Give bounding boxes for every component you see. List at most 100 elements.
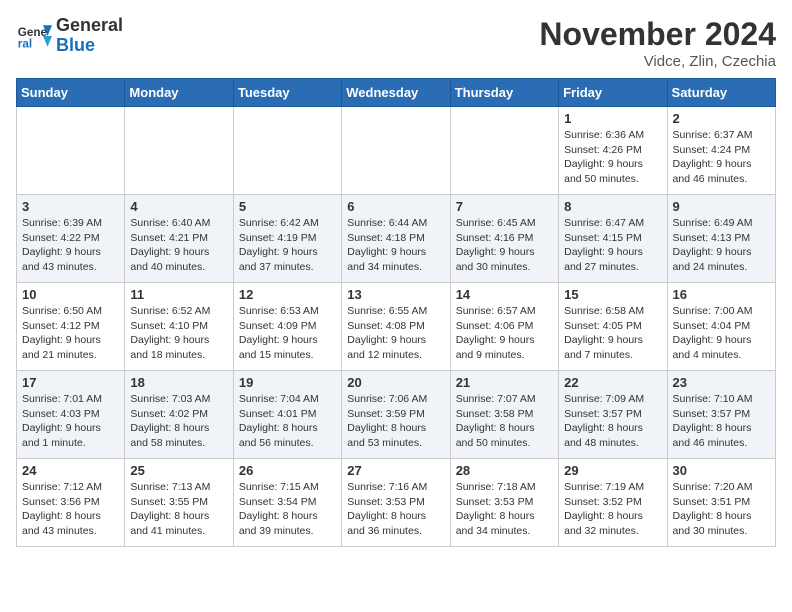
day-number: 16	[673, 287, 770, 302]
day-detail: Sunrise: 7:01 AM Sunset: 4:03 PM Dayligh…	[22, 392, 119, 451]
day-cell: 12 Sunrise: 6:53 AM Sunset: 4:09 PM Dayli…	[233, 283, 341, 371]
day-number: 20	[347, 375, 444, 390]
col-header-sunday: Sunday	[17, 79, 125, 107]
day-cell: 24 Sunrise: 7:12 AM Sunset: 3:56 PM Dayli…	[17, 459, 125, 547]
day-detail: Sunrise: 6:52 AM Sunset: 4:10 PM Dayligh…	[130, 304, 227, 363]
week-row-5: 24 Sunrise: 7:12 AM Sunset: 3:56 PM Dayli…	[17, 459, 776, 547]
day-detail: Sunrise: 6:57 AM Sunset: 4:06 PM Dayligh…	[456, 304, 553, 363]
day-cell: 9 Sunrise: 6:49 AM Sunset: 4:13 PM Daylig…	[667, 195, 775, 283]
day-cell: 18 Sunrise: 7:03 AM Sunset: 4:02 PM Dayli…	[125, 371, 233, 459]
day-cell: 13 Sunrise: 6:55 AM Sunset: 4:08 PM Dayli…	[342, 283, 450, 371]
day-detail: Sunrise: 7:10 AM Sunset: 3:57 PM Dayligh…	[673, 392, 770, 451]
day-detail: Sunrise: 6:44 AM Sunset: 4:18 PM Dayligh…	[347, 216, 444, 275]
day-detail: Sunrise: 7:04 AM Sunset: 4:01 PM Dayligh…	[239, 392, 336, 451]
day-number: 3	[22, 199, 119, 214]
day-number: 4	[130, 199, 227, 214]
day-detail: Sunrise: 6:58 AM Sunset: 4:05 PM Dayligh…	[564, 304, 661, 363]
day-detail: Sunrise: 7:07 AM Sunset: 3:58 PM Dayligh…	[456, 392, 553, 451]
col-header-wednesday: Wednesday	[342, 79, 450, 107]
day-cell: 26 Sunrise: 7:15 AM Sunset: 3:54 PM Dayli…	[233, 459, 341, 547]
day-cell: 27Sunrise: 7:16 AM Sunset: 3:53 PM Dayli…	[342, 459, 450, 547]
day-cell: 20 Sunrise: 7:06 AM Sunset: 3:59 PM Dayli…	[342, 371, 450, 459]
calendar-header: SundayMondayTuesdayWednesdayThursdayFrid…	[17, 79, 776, 107]
day-number: 14	[456, 287, 553, 302]
week-row-2: 3 Sunrise: 6:39 AM Sunset: 4:22 PM Daylig…	[17, 195, 776, 283]
day-cell: 14 Sunrise: 6:57 AM Sunset: 4:06 PM Dayli…	[450, 283, 558, 371]
day-number: 12	[239, 287, 336, 302]
day-number: 5	[239, 199, 336, 214]
day-detail: Sunrise: 6:36 AM Sunset: 4:26 PM Dayligh…	[564, 128, 661, 187]
day-cell: 15 Sunrise: 6:58 AM Sunset: 4:05 PM Dayli…	[559, 283, 667, 371]
day-detail: Sunrise: 7:18 AM Sunset: 3:53 PM Dayligh…	[456, 480, 553, 539]
calendar-table: SundayMondayTuesdayWednesdayThursdayFrid…	[16, 78, 776, 547]
day-cell: 5 Sunrise: 6:42 AM Sunset: 4:19 PM Daylig…	[233, 195, 341, 283]
day-detail: Sunrise: 6:42 AM Sunset: 4:19 PM Dayligh…	[239, 216, 336, 275]
day-cell: 11 Sunrise: 6:52 AM Sunset: 4:10 PM Dayli…	[125, 283, 233, 371]
day-detail: Sunrise: 7:06 AM Sunset: 3:59 PM Dayligh…	[347, 392, 444, 451]
day-cell: 4Sunrise: 6:40 AM Sunset: 4:21 PM Daylig…	[125, 195, 233, 283]
day-number: 24	[22, 463, 119, 478]
day-number: 26	[239, 463, 336, 478]
day-detail: Sunrise: 7:09 AM Sunset: 3:57 PM Dayligh…	[564, 392, 661, 451]
day-number: 29	[564, 463, 661, 478]
day-cell: 6 Sunrise: 6:44 AM Sunset: 4:18 PM Daylig…	[342, 195, 450, 283]
logo-icon: Gene ral	[16, 18, 52, 54]
col-header-monday: Monday	[125, 79, 233, 107]
page-header: Gene ral General Blue November 2024 Vidc…	[16, 16, 776, 70]
day-number: 15	[564, 287, 661, 302]
day-cell: 7Sunrise: 6:45 AM Sunset: 4:16 PM Daylig…	[450, 195, 558, 283]
day-detail: Sunrise: 6:50 AM Sunset: 4:12 PM Dayligh…	[22, 304, 119, 363]
day-cell: 25 Sunrise: 7:13 AM Sunset: 3:55 PM Dayli…	[125, 459, 233, 547]
day-cell: 3 Sunrise: 6:39 AM Sunset: 4:22 PM Daylig…	[17, 195, 125, 283]
day-number: 13	[347, 287, 444, 302]
day-cell: 8Sunrise: 6:47 AM Sunset: 4:15 PM Daylig…	[559, 195, 667, 283]
day-cell	[342, 107, 450, 195]
day-cell: 23 Sunrise: 7:10 AM Sunset: 3:57 PM Dayli…	[667, 371, 775, 459]
day-number: 18	[130, 375, 227, 390]
col-header-thursday: Thursday	[450, 79, 558, 107]
day-number: 23	[673, 375, 770, 390]
col-header-tuesday: Tuesday	[233, 79, 341, 107]
day-detail: Sunrise: 6:37 AM Sunset: 4:24 PM Dayligh…	[673, 128, 770, 187]
col-header-friday: Friday	[559, 79, 667, 107]
day-detail: Sunrise: 7:12 AM Sunset: 3:56 PM Dayligh…	[22, 480, 119, 539]
day-number: 11	[130, 287, 227, 302]
day-number: 25	[130, 463, 227, 478]
day-number: 1	[564, 111, 661, 126]
logo: Gene ral General Blue	[16, 16, 123, 56]
day-number: 27	[347, 463, 444, 478]
day-detail: Sunrise: 7:15 AM Sunset: 3:54 PM Dayligh…	[239, 480, 336, 539]
calendar-title: November 2024	[539, 16, 776, 53]
day-cell: 2Sunrise: 6:37 AM Sunset: 4:24 PM Daylig…	[667, 107, 775, 195]
day-number: 22	[564, 375, 661, 390]
week-row-3: 10Sunrise: 6:50 AM Sunset: 4:12 PM Dayli…	[17, 283, 776, 371]
day-detail: Sunrise: 7:03 AM Sunset: 4:02 PM Dayligh…	[130, 392, 227, 451]
day-detail: Sunrise: 6:53 AM Sunset: 4:09 PM Dayligh…	[239, 304, 336, 363]
day-number: 17	[22, 375, 119, 390]
day-cell: 10Sunrise: 6:50 AM Sunset: 4:12 PM Dayli…	[17, 283, 125, 371]
logo-text: General Blue	[56, 16, 123, 56]
week-row-4: 17 Sunrise: 7:01 AM Sunset: 4:03 PM Dayli…	[17, 371, 776, 459]
day-detail: Sunrise: 7:13 AM Sunset: 3:55 PM Dayligh…	[130, 480, 227, 539]
day-number: 9	[673, 199, 770, 214]
day-detail: Sunrise: 6:39 AM Sunset: 4:22 PM Dayligh…	[22, 216, 119, 275]
title-block: November 2024 Vidce, Zlin, Czechia	[539, 16, 776, 70]
day-number: 6	[347, 199, 444, 214]
day-cell: 22 Sunrise: 7:09 AM Sunset: 3:57 PM Dayli…	[559, 371, 667, 459]
col-header-saturday: Saturday	[667, 79, 775, 107]
day-cell	[125, 107, 233, 195]
day-number: 19	[239, 375, 336, 390]
logo-blue-text: Blue	[56, 36, 123, 56]
day-detail: Sunrise: 7:20 AM Sunset: 3:51 PM Dayligh…	[673, 480, 770, 539]
day-detail: Sunrise: 6:55 AM Sunset: 4:08 PM Dayligh…	[347, 304, 444, 363]
day-detail: Sunrise: 7:19 AM Sunset: 3:52 PM Dayligh…	[564, 480, 661, 539]
day-cell: 1 Sunrise: 6:36 AM Sunset: 4:26 PM Daylig…	[559, 107, 667, 195]
day-detail: Sunrise: 6:49 AM Sunset: 4:13 PM Dayligh…	[673, 216, 770, 275]
logo-general-text: General	[56, 16, 123, 36]
day-number: 30	[673, 463, 770, 478]
day-number: 7	[456, 199, 553, 214]
day-cell: 29 Sunrise: 7:19 AM Sunset: 3:52 PM Dayli…	[559, 459, 667, 547]
day-cell: 21Sunrise: 7:07 AM Sunset: 3:58 PM Dayli…	[450, 371, 558, 459]
day-cell	[233, 107, 341, 195]
week-row-1: 1 Sunrise: 6:36 AM Sunset: 4:26 PM Daylig…	[17, 107, 776, 195]
